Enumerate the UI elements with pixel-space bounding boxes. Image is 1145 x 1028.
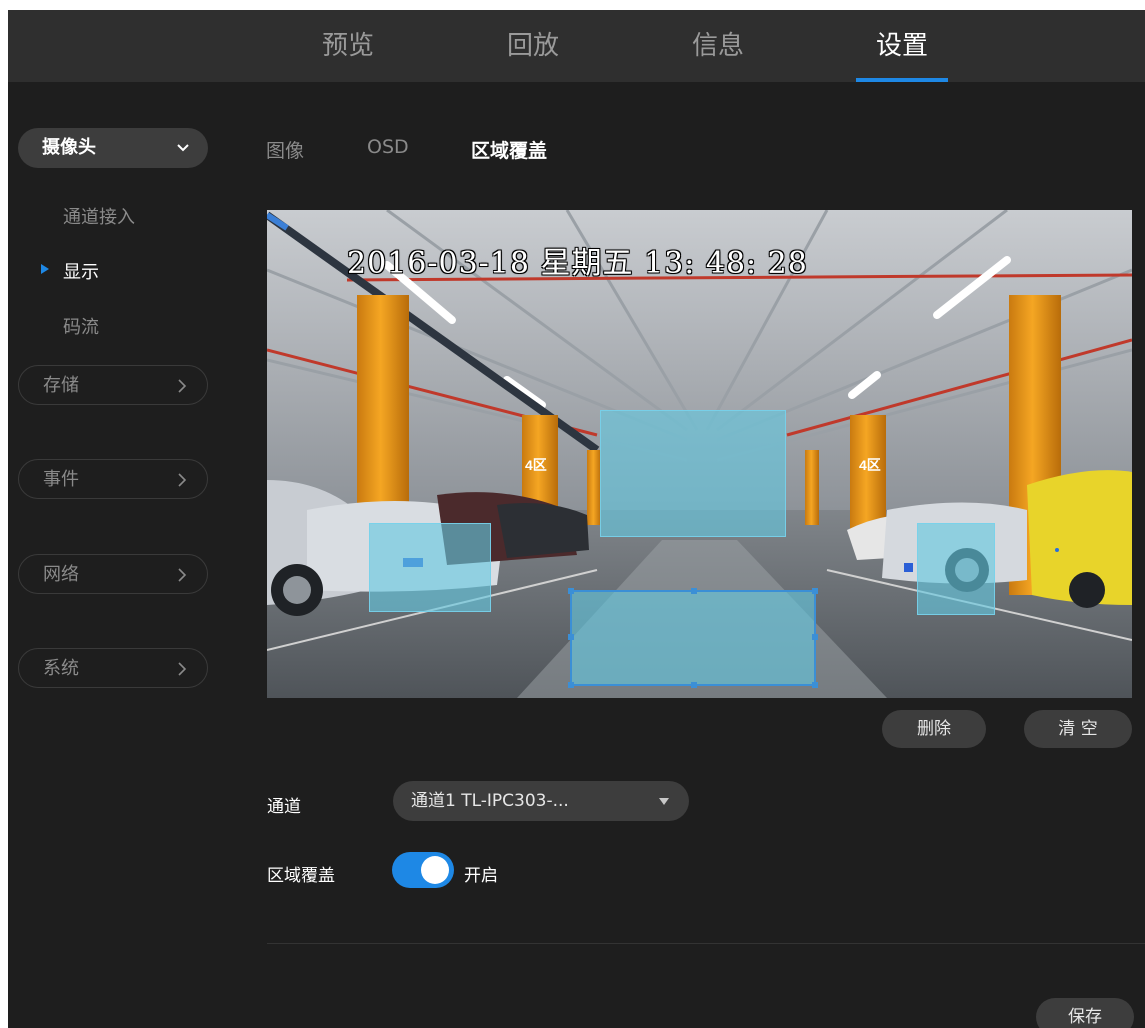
sidebar-item-channel-access[interactable]: 通道接入: [63, 203, 135, 229]
osd-timestamp: 2016-03-18 星期五 13: 48: 28: [347, 246, 808, 281]
resize-handle[interactable]: [568, 634, 574, 640]
top-nav: 预览 回放 信息 设置: [8, 10, 1145, 82]
resize-handle[interactable]: [812, 634, 818, 640]
app-window: 预览 回放 信息 设置 摄像头 通道接入 显示 码流 存储 事件 网络 系统 图…: [8, 10, 1145, 1028]
resize-handle[interactable]: [812, 588, 818, 594]
tab-preview[interactable]: 预览: [308, 10, 388, 82]
chevron-right-icon: [178, 662, 187, 676]
clear-button[interactable]: 清 空: [1024, 710, 1132, 748]
toggle-state-text: 开启: [464, 866, 498, 886]
resize-handle[interactable]: [691, 682, 697, 688]
chevron-down-icon: [177, 144, 189, 152]
tab-playback[interactable]: 回放: [493, 10, 573, 82]
save-button[interactable]: 保存: [1036, 998, 1134, 1028]
caret-down-icon: [659, 798, 669, 805]
sidebar-item-stream[interactable]: 码流: [63, 313, 99, 339]
toggle-knob: [421, 856, 449, 884]
channel-label: 通道: [267, 797, 301, 817]
subtab-osd[interactable]: OSD: [367, 136, 409, 158]
subtab-privacy-mask[interactable]: 区域覆盖: [471, 136, 547, 163]
privacy-mask-area[interactable]: [600, 410, 786, 537]
tab-settings[interactable]: 设置: [862, 10, 942, 82]
resize-handle[interactable]: [568, 588, 574, 594]
privacy-mask-area-selected[interactable]: [568, 588, 818, 688]
sidebar-group-camera[interactable]: 摄像头: [18, 128, 208, 168]
resize-handle[interactable]: [812, 682, 818, 688]
active-item-arrow-icon: [41, 264, 49, 274]
privacy-mask-area[interactable]: [369, 523, 491, 612]
sidebar-group-storage[interactable]: 存储: [18, 365, 208, 405]
active-tab-indicator: [856, 78, 948, 82]
sidebar-group-system[interactable]: 系统: [18, 648, 208, 688]
svg-text:4区: 4区: [859, 457, 881, 473]
privacy-mask-label: 区域覆盖: [267, 866, 335, 886]
delete-button[interactable]: 删除: [882, 710, 986, 748]
resize-handle[interactable]: [568, 682, 574, 688]
sidebar-group-label: 系统: [43, 658, 79, 679]
sidebar-group-network[interactable]: 网络: [18, 554, 208, 594]
chevron-right-icon: [178, 568, 187, 582]
channel-select[interactable]: 通道1 TL-IPC303-...: [393, 781, 689, 821]
sidebar-group-label: 网络: [43, 564, 79, 585]
resize-handle[interactable]: [691, 588, 697, 594]
sidebar-group-label: 存储: [43, 375, 79, 396]
camera-preview[interactable]: 4区 4区 2016-03-18 星期五 13: 48: 28: [267, 210, 1132, 698]
divider: [267, 943, 1145, 944]
sidebar-group-label: 摄像头: [42, 137, 96, 158]
chevron-right-icon: [178, 379, 187, 393]
sidebar-item-display[interactable]: 显示: [63, 258, 99, 284]
privacy-mask-toggle[interactable]: [392, 852, 454, 888]
sidebar-group-label: 事件: [43, 469, 79, 490]
channel-select-value: 通道1 TL-IPC303-...: [411, 791, 569, 811]
privacy-mask-area[interactable]: [917, 523, 995, 615]
chevron-right-icon: [178, 473, 187, 487]
tab-info[interactable]: 信息: [678, 10, 758, 82]
sidebar-group-event[interactable]: 事件: [18, 459, 208, 499]
subtab-image[interactable]: 图像: [266, 136, 304, 163]
svg-text:4区: 4区: [525, 457, 547, 473]
